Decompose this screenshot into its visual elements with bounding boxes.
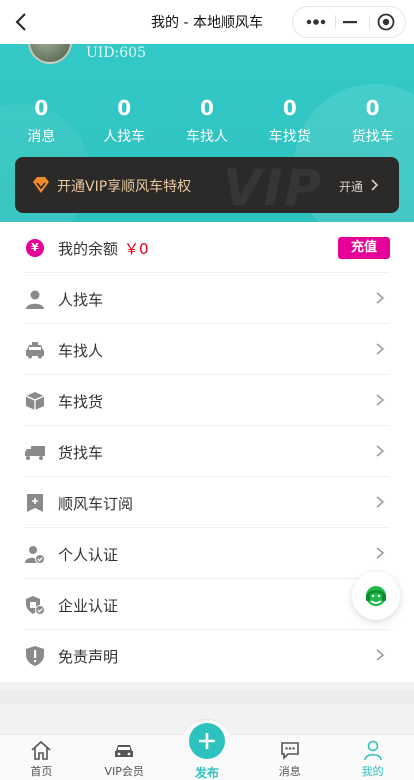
tab-label: VIP会员	[104, 765, 144, 778]
stat-goods-find-car[interactable]: 0 货找车	[332, 96, 414, 146]
recharge-button[interactable]: 充值	[338, 237, 390, 259]
personal-verify-icon	[25, 546, 45, 564]
menu-item-car-find-people[interactable]: 车找人	[24, 324, 390, 375]
bottom-tab-bar: 首页 VIP会员 发布 消息 我的	[0, 719, 414, 780]
vip-car-icon	[115, 745, 134, 757]
menu-item-car-find-goods[interactable]: 车找货	[24, 375, 390, 426]
vip-watermark: VIP	[223, 159, 323, 213]
nav-bar: 我的 - 本地顺风车	[0, 0, 414, 44]
tab-label: 消息	[278, 765, 301, 778]
customer-service-button[interactable]	[352, 572, 400, 620]
chat-icon	[280, 742, 299, 760]
stat-car-find-goods[interactable]: 0 车找货	[249, 96, 331, 146]
chevron-right-icon	[376, 445, 385, 457]
menu-item-label: 顺风车订阅	[58, 495, 134, 513]
tab-label: 首页	[30, 765, 53, 778]
stat-car-find-people[interactable]: 0 车找人	[166, 96, 248, 146]
balance-amount: ￥0	[124, 240, 149, 258]
chevron-right-icon	[376, 394, 385, 406]
tab-label: 发布	[194, 766, 219, 780]
menu-item-label: 个人认证	[58, 546, 119, 564]
stat-label: 车找货	[268, 129, 311, 145]
stat-messages[interactable]: 0 消息	[0, 96, 82, 146]
stat-label: 车找人	[185, 129, 228, 145]
chevron-right-icon	[376, 547, 385, 559]
chevron-right-icon	[371, 179, 379, 191]
vip-open-label: 开通	[338, 180, 363, 194]
headset-icon	[366, 586, 386, 606]
stat-label: 货找车	[351, 129, 394, 145]
close-target-icon[interactable]	[367, 7, 405, 37]
chevron-right-icon	[376, 496, 385, 508]
balance-label: 我的余额	[58, 240, 119, 258]
stats-row: 0 消息 0 人找车 0 车找人 0 车找货 0 货找车	[0, 96, 414, 146]
menu-item-label: 免责声明	[58, 648, 119, 666]
avatar[interactable]	[28, 44, 72, 64]
menu-card: ¥ 我的余额 ￥0 充值 人找车 车找人 车找货 货找车 顺风车订阅 个人认证 …	[0, 222, 414, 682]
package-icon	[25, 392, 45, 410]
car-icon	[26, 342, 44, 359]
menu-item-label: 车找人	[58, 342, 104, 360]
stat-label: 人找车	[103, 129, 146, 145]
more-dots-icon[interactable]	[297, 7, 335, 37]
yen-icon: ¥	[26, 239, 44, 257]
menu-item-label: 人找车	[58, 291, 104, 309]
menu-item-label: 企业认证	[58, 597, 119, 615]
menu-item-goods-find-car[interactable]: 货找车	[24, 426, 390, 477]
subscribe-icon	[27, 494, 43, 512]
tab-mine[interactable]: 我的	[331, 735, 414, 780]
user-icon	[363, 740, 382, 761]
truck-icon	[25, 446, 45, 460]
tab-home[interactable]: 首页	[0, 735, 83, 780]
chevron-right-icon	[376, 343, 385, 355]
chevron-right-icon	[376, 292, 385, 304]
mini-program-capsule	[292, 6, 406, 38]
plus-icon	[198, 733, 215, 749]
user-uid: UID:605	[86, 45, 146, 61]
section-divider	[0, 690, 414, 704]
tab-publish[interactable]: 发布	[166, 719, 249, 780]
enterprise-verify-icon	[26, 596, 45, 615]
stat-value: 0	[200, 96, 214, 120]
disclaimer-icon	[26, 646, 44, 666]
stat-label: 消息	[27, 129, 56, 145]
tab-label: 我的	[361, 765, 384, 778]
stat-value: 0	[365, 96, 380, 120]
chevron-right-icon	[376, 649, 385, 661]
stat-value: 0	[34, 96, 49, 120]
diamond-icon	[33, 177, 49, 193]
menu-item-personal-verification[interactable]: 个人认证	[24, 528, 390, 579]
tab-messages[interactable]: 消息	[248, 735, 331, 780]
menu-item-enterprise-verification[interactable]: 企业认证	[24, 579, 390, 630]
vip-promo-text: 开通VIP享顺风车特权	[57, 179, 192, 195]
menu-item-people-find-car[interactable]: 人找车	[24, 273, 390, 324]
balance-row[interactable]: ¥ 我的余额 ￥0 充值	[24, 222, 390, 273]
stat-value: 0	[282, 96, 297, 120]
minimize-icon[interactable]	[331, 7, 369, 37]
publish-button[interactable]	[188, 723, 225, 759]
vip-banner[interactable]: VIP 开通VIP享顺风车特权 开通	[15, 157, 399, 213]
menu-item-label: 车找货	[58, 393, 104, 411]
stat-value: 0	[117, 96, 132, 120]
menu-item-subscription[interactable]: 顺风车订阅	[24, 477, 390, 528]
tab-vip[interactable]: VIP会员	[83, 735, 166, 780]
menu-item-disclaimer[interactable]: 免责声明	[24, 630, 390, 681]
home-icon	[31, 740, 51, 760]
menu-item-label: 货找车	[58, 444, 104, 462]
stat-people-find-car[interactable]: 0 人找车	[83, 96, 165, 146]
person-icon	[26, 290, 44, 309]
